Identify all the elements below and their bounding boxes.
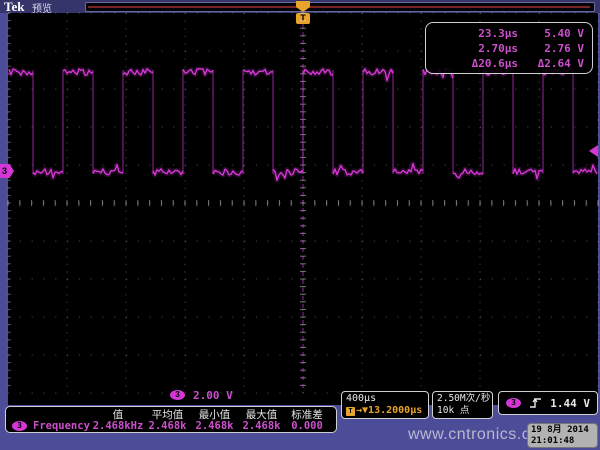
- sample-rate: 2.50M次/秒: [437, 393, 488, 405]
- trigger-level-readout: 1.44 V: [550, 397, 590, 410]
- delay-value: 13.2000µs: [368, 405, 422, 417]
- rising-edge-icon: [529, 397, 542, 409]
- measurement-mean: 2.468k: [144, 420, 191, 432]
- cursor-row-a: 23.3µs 5.40 V: [426, 26, 592, 41]
- measurement-std: 0.000: [285, 420, 329, 432]
- measurement-header-row: 值 平均值 最小值 最大值 标准差: [6, 408, 336, 420]
- timebase-readout-box[interactable]: 400µs T →▼ 13.2000µs: [341, 391, 429, 419]
- date-label: 19 8月 2014: [531, 425, 594, 436]
- trigger-readout-box[interactable]: 3 1.44 V: [498, 391, 598, 415]
- trigger-source-badge: 3: [506, 398, 521, 408]
- measurement-max: 2.468k: [238, 420, 285, 432]
- cursor-b-time: 2.70µs: [432, 41, 518, 56]
- datetime-box: 19 8月 2014 21:01:48: [527, 423, 598, 448]
- sample-rate-box[interactable]: 2.50M次/秒 10k 点: [432, 391, 493, 419]
- delay-arrows-icon: →▼: [356, 405, 368, 417]
- tek-logo: Tek: [4, 0, 24, 15]
- measurement-row-frequency: 3 Frequency 2.468kHz 2.468k 2.468k 2.468…: [6, 420, 336, 432]
- trigger-t-icon: T: [346, 407, 355, 416]
- record-position-bar[interactable]: [85, 2, 595, 12]
- cursor-b-volts: 2.76 V: [518, 41, 584, 56]
- cursor-a-volts: 5.40 V: [518, 26, 584, 41]
- channel-3-badge: 3: [170, 390, 185, 400]
- record-length: 10k 点: [437, 405, 488, 417]
- cursor-row-b: 2.70µs 2.76 V: [426, 41, 592, 56]
- cursor-delta-volts: Δ2.64 V: [518, 56, 584, 71]
- trigger-position-marker[interactable]: T: [296, 13, 310, 24]
- measurement-channel-badge: 3: [12, 421, 27, 431]
- measurement-value: 2.468kHz: [92, 420, 144, 432]
- measurement-min: 2.468k: [191, 420, 238, 432]
- acquisition-mode-label: 预览: [32, 0, 52, 15]
- cursor-a-time: 23.3µs: [432, 26, 518, 41]
- measurement-table[interactable]: 值 平均值 最小值 最大值 标准差 3 Frequency 2.468kHz 2…: [5, 406, 337, 433]
- horizontal-delay-readout: T →▼ 13.2000µs: [346, 405, 424, 417]
- channel-3-volts-per-div: 2.00 V: [193, 389, 233, 402]
- channel-3-scale-readout[interactable]: 3 2.00 V: [170, 388, 233, 402]
- cursor-readout-box[interactable]: 23.3µs 5.40 V 2.70µs 2.76 V Δ20.6µs Δ2.6…: [425, 22, 593, 74]
- measurement-name: Frequency: [33, 420, 90, 432]
- time-label: 21:01:48: [531, 436, 594, 447]
- timebase-scale: 400µs: [346, 393, 424, 405]
- cursor-delta-time: Δ20.6µs: [432, 56, 518, 71]
- oscilloscope-screen: Tek 预览 T 23.3µs 5.40 V 2.70µs 2.76 V Δ20…: [0, 0, 600, 450]
- cursor-row-delta: Δ20.6µs Δ2.64 V: [426, 56, 592, 71]
- record-position-line: [88, 6, 590, 8]
